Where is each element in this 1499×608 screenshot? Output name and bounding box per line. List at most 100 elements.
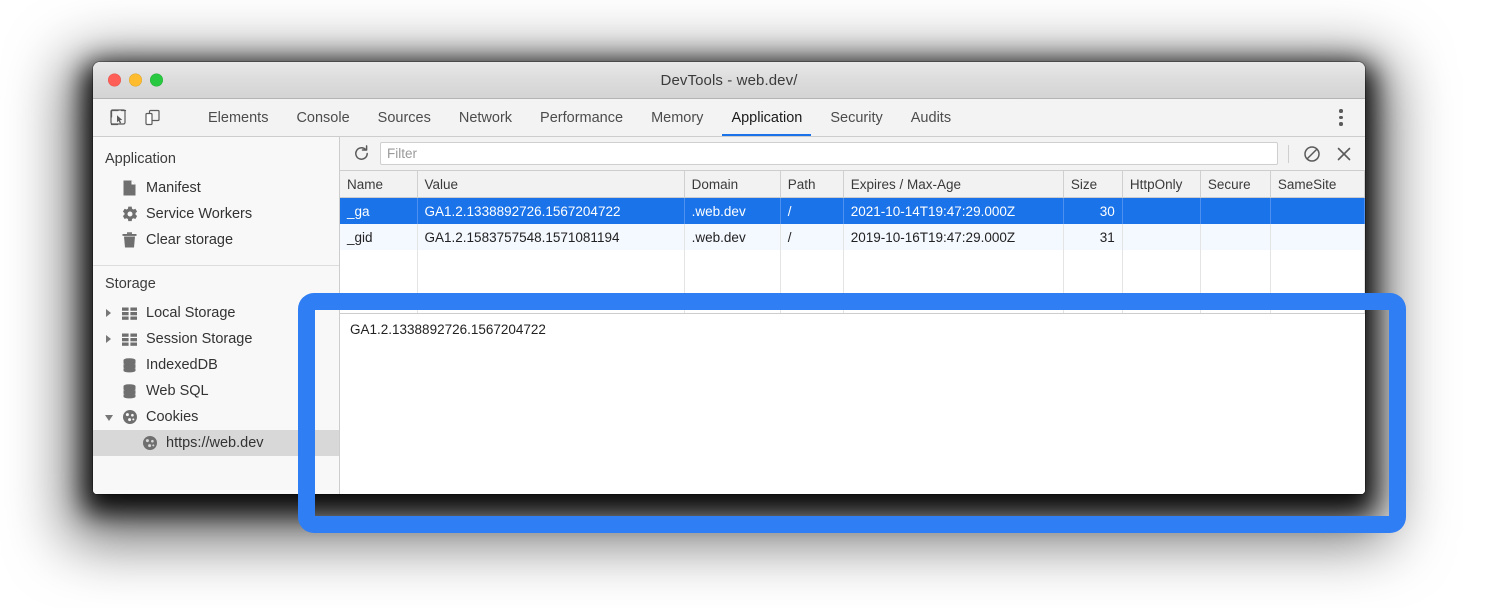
tab-memory[interactable]: Memory	[637, 99, 717, 136]
devtools-tabstrip: Elements Console Sources Network Perform…	[93, 99, 1365, 137]
column-header-domain[interactable]: Domain	[684, 171, 780, 198]
tab-audits[interactable]: Audits	[897, 99, 965, 136]
tab-network[interactable]: Network	[445, 99, 526, 136]
table-row[interactable]: _ga GA1.2.1338892726.1567204722 .web.dev…	[340, 198, 1365, 225]
column-header-expires[interactable]: Expires / Max-Age	[843, 171, 1063, 198]
cell-secure[interactable]	[1200, 198, 1270, 225]
sidebar-item-manifest[interactable]: Manifest	[93, 175, 339, 201]
application-sidebar: Application Manifest	[93, 137, 340, 494]
tab-console[interactable]: Console	[282, 99, 363, 136]
tab-elements[interactable]: Elements	[194, 99, 282, 136]
column-header-secure[interactable]: Secure	[1200, 171, 1270, 198]
gear-icon	[121, 206, 138, 223]
table-row-empty[interactable]	[340, 302, 1365, 313]
sidebar-group-application: Manifest Service Workers	[93, 175, 339, 259]
sidebar-item-indexeddb[interactable]: IndexedDB	[93, 352, 339, 378]
sidebar-item-cookies[interactable]: Cookies	[93, 404, 339, 430]
cell-size[interactable]: 30	[1063, 198, 1122, 225]
chevron-right-icon[interactable]	[106, 335, 111, 343]
chevron-right-icon[interactable]	[106, 309, 111, 317]
column-header-httponly[interactable]: HttpOnly	[1122, 171, 1200, 198]
cell-path[interactable]: /	[780, 198, 843, 225]
table-icon	[121, 331, 138, 348]
devtools-tool-icons	[101, 99, 188, 136]
cookies-toolbar	[340, 137, 1365, 171]
cookies-table: Name Value Domain Path Expires / Max-Age…	[340, 171, 1365, 313]
maximize-window-button[interactable]	[150, 74, 163, 87]
sidebar-item-web-sql[interactable]: Web SQL	[93, 378, 339, 404]
sidebar-group-storage: Local Storage Session	[93, 300, 339, 462]
cell-samesite[interactable]	[1270, 224, 1364, 250]
trash-icon	[121, 232, 138, 249]
sidebar-item-label: Local Storage	[146, 305, 235, 321]
cookie-icon	[141, 435, 158, 452]
cell-name[interactable]: _ga	[340, 198, 417, 225]
tab-application[interactable]: Application	[717, 99, 816, 136]
column-header-path[interactable]: Path	[780, 171, 843, 198]
cell-path[interactable]: /	[780, 224, 843, 250]
cookies-table-body: _ga GA1.2.1338892726.1567204722 .web.dev…	[340, 198, 1365, 314]
sidebar-item-label: Web SQL	[146, 383, 209, 399]
cell-httponly[interactable]	[1122, 198, 1200, 225]
cell-domain[interactable]: .web.dev	[684, 224, 780, 250]
chevron-down-icon[interactable]	[105, 415, 113, 421]
more-options-icon[interactable]	[1327, 104, 1355, 132]
document-icon	[121, 180, 138, 197]
cell-value[interactable]: GA1.2.1338892726.1567204722	[417, 198, 684, 225]
window-title: DevTools - web.dev/	[93, 72, 1365, 89]
devtools-window: DevTools - web.dev/ Elements Console	[93, 62, 1365, 494]
cell-value[interactable]: GA1.2.1583757548.1571081194	[417, 224, 684, 250]
filter-input[interactable]	[380, 142, 1278, 165]
tab-performance[interactable]: Performance	[526, 99, 637, 136]
sidebar-item-label: Cookies	[146, 409, 198, 425]
column-header-name[interactable]: Name	[340, 171, 417, 198]
database-icon	[121, 357, 138, 374]
sidebar-section-storage: Storage	[93, 270, 339, 300]
table-row-empty[interactable]	[340, 250, 1365, 276]
cell-size[interactable]: 31	[1063, 224, 1122, 250]
cookies-panel: Name Value Domain Path Expires / Max-Age…	[340, 137, 1365, 494]
cookies-grid-wrapper[interactable]: Name Value Domain Path Expires / Max-Age…	[340, 171, 1365, 313]
table-row[interactable]: _gid GA1.2.1583757548.1571081194 .web.de…	[340, 224, 1365, 250]
tab-sources[interactable]: Sources	[364, 99, 445, 136]
sidebar-item-session-storage[interactable]: Session Storage	[93, 326, 339, 352]
traffic-light-buttons	[108, 74, 163, 87]
sidebar-section-application: Application	[93, 145, 339, 175]
refresh-icon[interactable]	[348, 142, 374, 166]
sidebar-divider	[93, 265, 339, 266]
close-window-button[interactable]	[108, 74, 121, 87]
cell-httponly[interactable]	[1122, 224, 1200, 250]
toolbar-divider	[1288, 145, 1289, 163]
sidebar-item-cookies-webdev[interactable]: https://web.dev	[93, 430, 339, 456]
sidebar-item-service-workers[interactable]: Service Workers	[93, 201, 339, 227]
column-header-size[interactable]: Size	[1063, 171, 1122, 198]
cell-expires[interactable]: 2021-10-14T19:47:29.000Z	[843, 198, 1063, 225]
cell-secure[interactable]	[1200, 224, 1270, 250]
cookie-value-preview: GA1.2.1338892726.1567204722	[340, 313, 1365, 494]
delete-selected-cookie-icon[interactable]	[1331, 142, 1357, 166]
tab-security[interactable]: Security	[816, 99, 896, 136]
minimize-window-button[interactable]	[129, 74, 142, 87]
column-header-value[interactable]: Value	[417, 171, 684, 198]
sidebar-item-label: https://web.dev	[166, 435, 264, 451]
devtools-body: Application Manifest	[93, 137, 1365, 494]
sidebar-item-label: Clear storage	[146, 232, 233, 248]
sidebar-item-local-storage[interactable]: Local Storage	[93, 300, 339, 326]
device-toolbar-icon[interactable]	[139, 105, 165, 131]
tabstrip-right-controls	[1322, 99, 1365, 136]
cookie-value-preview-text: GA1.2.1338892726.1567204722	[350, 322, 546, 337]
cell-expires[interactable]: 2019-10-16T19:47:29.000Z	[843, 224, 1063, 250]
table-row-empty[interactable]	[340, 276, 1365, 302]
sidebar-item-label: IndexedDB	[146, 357, 218, 373]
inspect-element-icon[interactable]	[105, 105, 131, 131]
clear-all-cookies-icon[interactable]	[1299, 142, 1325, 166]
table-header-row: Name Value Domain Path Expires / Max-Age…	[340, 171, 1365, 198]
panel-tabs: Elements Console Sources Network Perform…	[194, 99, 965, 136]
window-titlebar: DevTools - web.dev/	[93, 62, 1365, 99]
cell-name[interactable]: _gid	[340, 224, 417, 250]
column-header-samesite[interactable]: SameSite	[1270, 171, 1364, 198]
sidebar-item-label: Manifest	[146, 180, 201, 196]
sidebar-item-clear-storage[interactable]: Clear storage	[93, 227, 339, 253]
cell-samesite[interactable]	[1270, 198, 1364, 225]
cell-domain[interactable]: .web.dev	[684, 198, 780, 225]
